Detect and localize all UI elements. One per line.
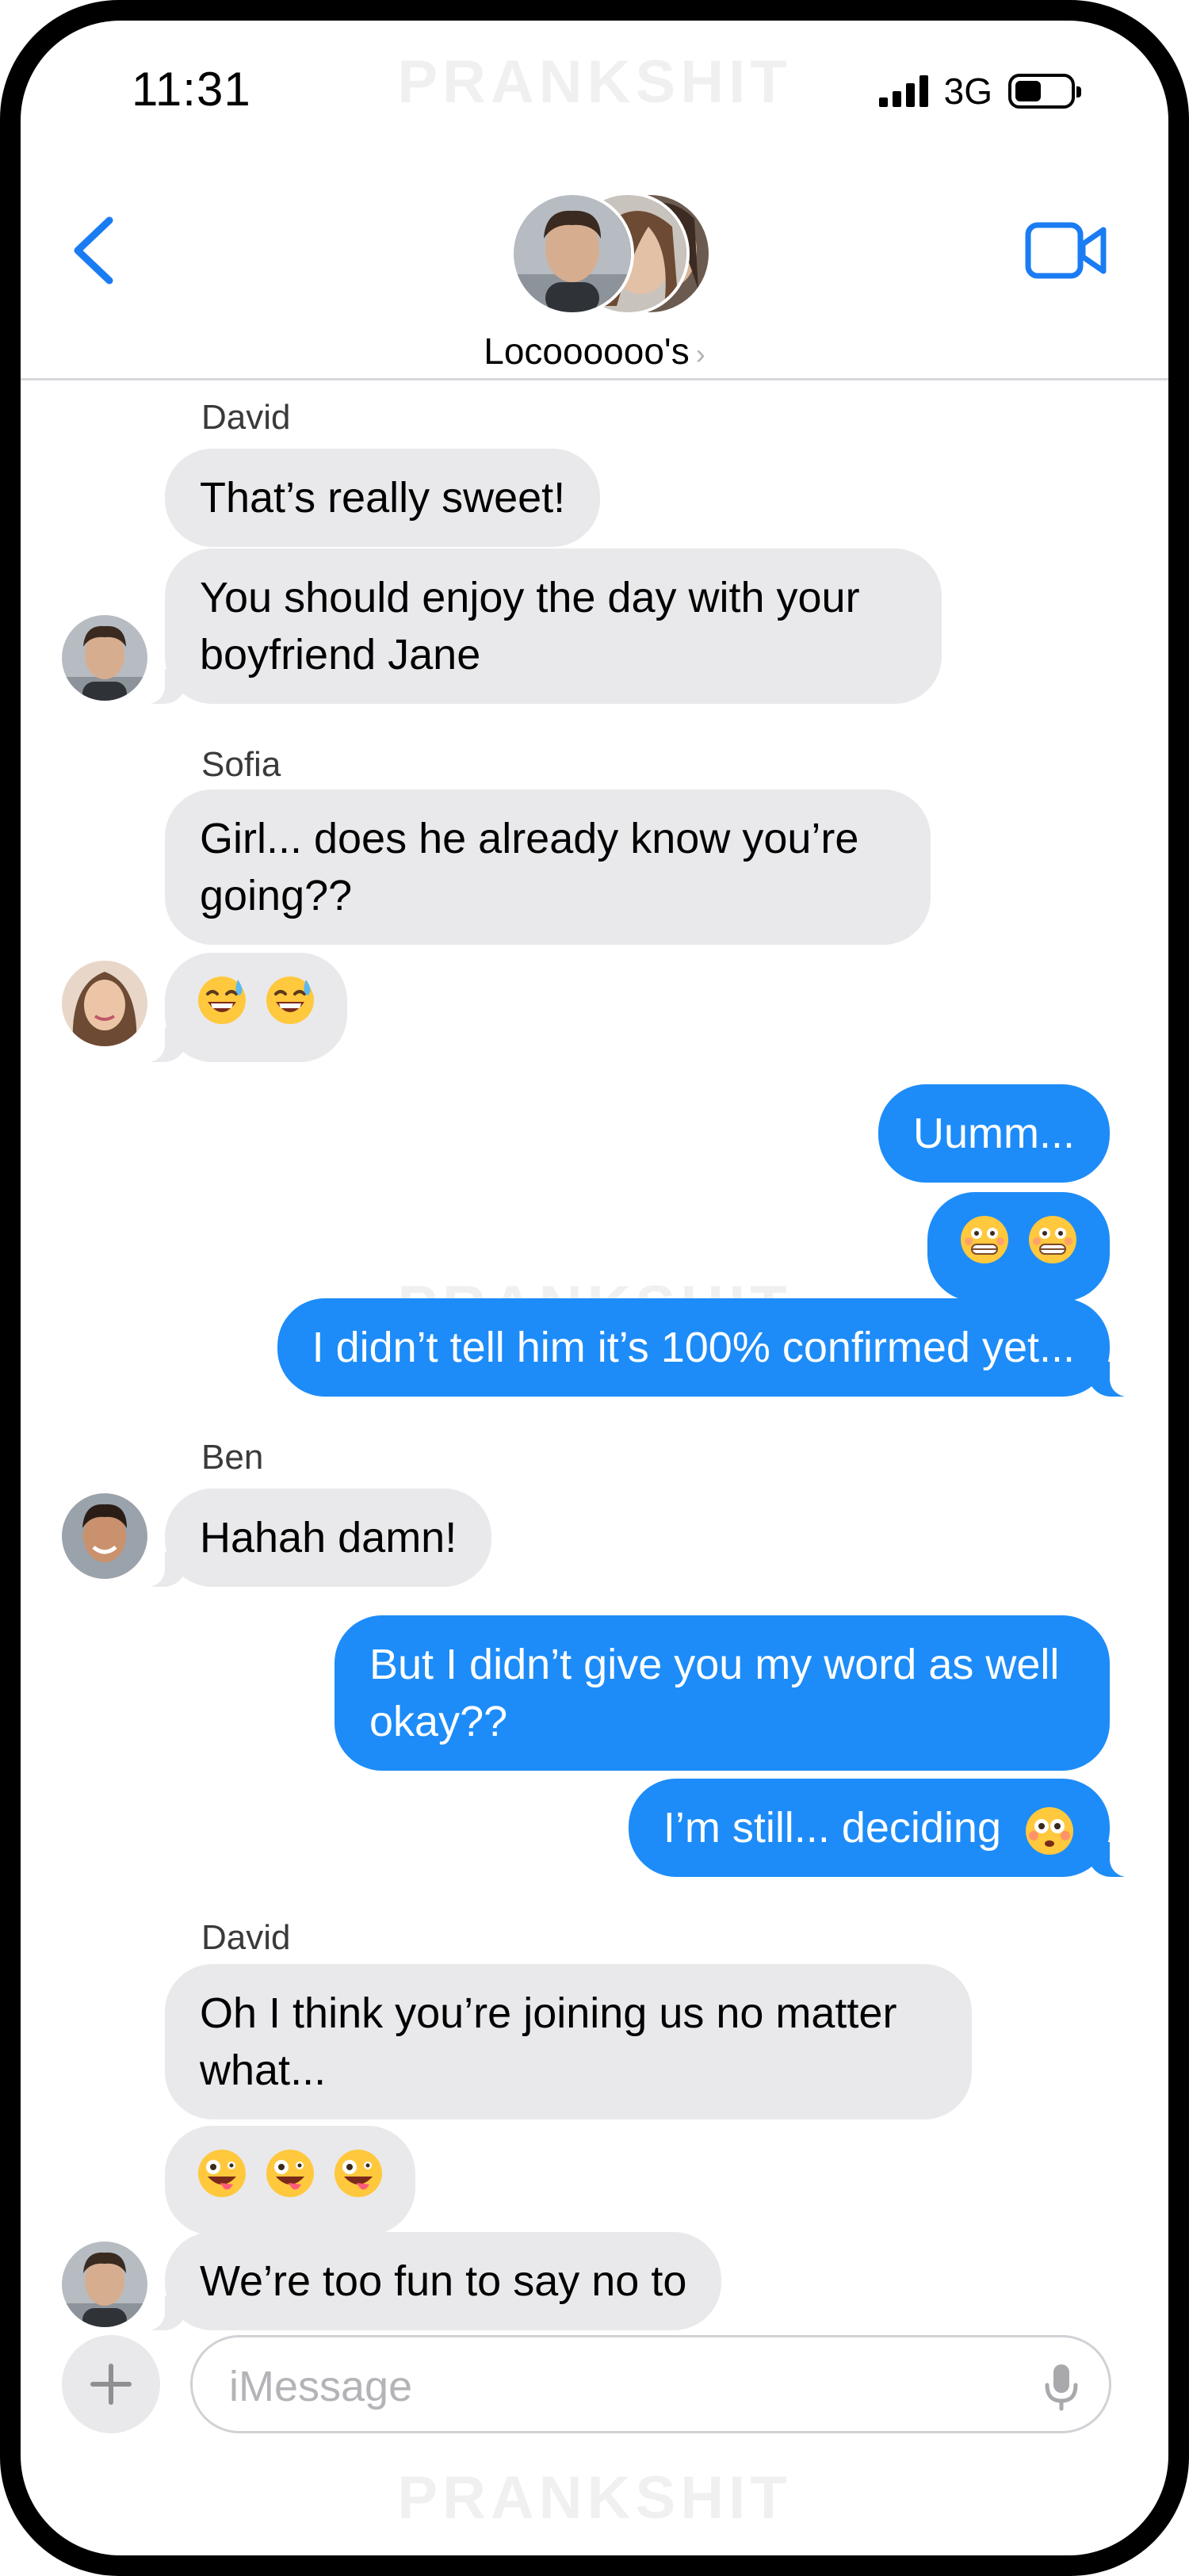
message-text: That’s really sweet! (200, 474, 566, 522)
message-bubble-incoming[interactable]: You should enjoy the day with your boyfr… (138, 548, 942, 704)
avatar[interactable] (62, 1493, 147, 1579)
flushed-face-emoji (1026, 1806, 1073, 1855)
message-bubble-outgoing[interactable]: I’m still... deciding (628, 1779, 1137, 1877)
zany-face-emoji (266, 2150, 314, 2197)
message-text: I’m still... deciding (663, 1804, 1001, 1852)
sender-name: Sofia (201, 745, 281, 784)
chevron-right-icon: › (695, 338, 705, 370)
zany-face-emoji (198, 2150, 246, 2197)
watermark: PRANKSHIT (397, 2464, 792, 2532)
conversation-header: Locoooooo's › (21, 163, 1168, 380)
facetime-video-button[interactable] (1024, 219, 1108, 284)
messages-screen: 11:31 3G PRANKSHIT Locoooooo's › David T… (21, 21, 1168, 2555)
message-bubble-outgoing[interactable]: Uumm... (877, 1084, 1110, 1183)
group-name[interactable]: Locoooooo's › (21, 330, 1168, 373)
add-attachment-button[interactable] (62, 2335, 160, 2433)
sender-name: David (201, 1918, 291, 1957)
avatar (510, 192, 634, 315)
message-text: Uumm... (912, 1110, 1075, 1157)
message-text: But I didn’t give you my word as well (369, 1641, 1060, 1688)
imessage-field[interactable] (190, 2335, 1111, 2433)
message-input[interactable] (229, 2361, 1006, 2412)
message-bubble-incoming[interactable]: That’s really sweet! (165, 449, 601, 547)
sender-name: David (201, 398, 291, 437)
message-text: going?? (200, 872, 353, 919)
emoji-message-incoming[interactable] (165, 2126, 415, 2235)
status-time: 11:31 (132, 63, 251, 116)
message-bubble-outgoing[interactable]: I didn’t tell him it’s 100% confirmed ye… (277, 1298, 1137, 1397)
grimace-flushed-emoji (1029, 1216, 1076, 1263)
group-avatar-stack[interactable] (510, 192, 717, 319)
avatar[interactable] (62, 615, 147, 701)
message-bubble-incoming[interactable]: Hahah damn! (137, 1489, 492, 1587)
status-indicators: 3G (878, 70, 1081, 113)
message-bubble-incoming[interactable]: We’re too fun to say no to (137, 2232, 722, 2330)
message-text: Girl... does he already know you’re (200, 815, 859, 862)
emoji-message-outgoing[interactable] (927, 1192, 1110, 1301)
microphone-button[interactable] (1042, 2361, 1080, 2412)
sender-name: Ben (201, 1438, 264, 1477)
message-text: I didn’t tell him it’s 100% confirmed ye… (312, 1324, 1075, 1371)
message-bubble-incoming[interactable]: Oh I think you’re joining us no matter w… (165, 1964, 972, 2119)
zany-face-emoji (335, 2150, 382, 2197)
message-text: We’re too fun to say no to (200, 2257, 687, 2305)
grimace-flushed-emoji (961, 1216, 1008, 1263)
phone-frame: 11:31 3G PRANKSHIT Locoooooo's › David T… (0, 0, 1189, 2576)
back-button[interactable] (63, 211, 127, 290)
network-type: 3G (943, 71, 992, 112)
avatar[interactable] (62, 961, 147, 1046)
avatar[interactable] (62, 2242, 147, 2327)
message-text: You should enjoy the day with your (200, 574, 860, 621)
sweat-smile-emoji (198, 977, 246, 1024)
video-camera-icon (1025, 222, 1107, 279)
group-name-label: Locoooooo's (484, 331, 690, 372)
message-bubble-incoming[interactable]: Girl... does he already know you’re goin… (165, 789, 931, 945)
sweat-smile-emoji (266, 977, 314, 1024)
message-text: okay?? (369, 1698, 508, 1745)
chevron-left-icon (74, 216, 113, 285)
emoji-message-incoming[interactable] (138, 953, 347, 1062)
battery-icon (1008, 74, 1081, 109)
message-text: Hahah damn! (200, 1514, 457, 1561)
signal-icon (878, 75, 928, 107)
message-text: what... (200, 2047, 327, 2094)
message-text: Oh I think you’re joining us no matter (200, 1989, 897, 2037)
message-text: boyfriend Jane (200, 631, 481, 678)
message-bubble-outgoing[interactable]: But I didn’t give you my word as well ok… (335, 1615, 1110, 1771)
microphone-icon (1045, 2364, 1078, 2411)
